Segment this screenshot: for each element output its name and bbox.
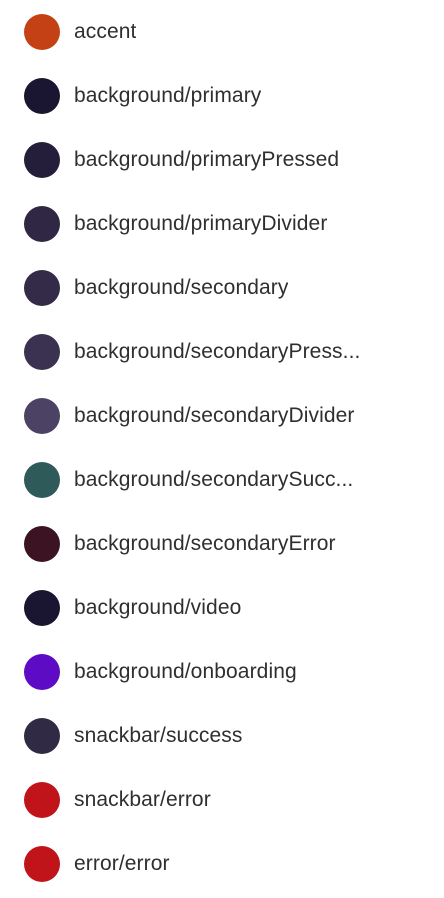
color-swatch xyxy=(24,398,60,434)
color-swatch xyxy=(24,526,60,562)
color-swatch xyxy=(24,334,60,370)
color-row-error-error[interactable]: error/error xyxy=(0,832,444,896)
color-label: background/secondarySucc... xyxy=(74,468,354,491)
color-swatch xyxy=(24,14,60,50)
color-row-background-primaryDivider[interactable]: background/primaryDivider xyxy=(0,192,444,256)
color-row-background-secondary[interactable]: background/secondary xyxy=(0,256,444,320)
color-row-background-video[interactable]: background/video xyxy=(0,576,444,640)
color-swatch xyxy=(24,78,60,114)
color-label: background/primary xyxy=(74,84,262,107)
color-row-accent[interactable]: accent xyxy=(0,0,444,64)
color-row-background-secondaryPressed[interactable]: background/secondaryPress... xyxy=(0,320,444,384)
color-row-background-primary[interactable]: background/primary xyxy=(0,64,444,128)
color-swatch xyxy=(24,782,60,818)
color-swatch xyxy=(24,718,60,754)
color-swatch xyxy=(24,654,60,690)
color-label: background/primaryDivider xyxy=(74,212,328,235)
color-row-background-secondaryError[interactable]: background/secondaryError xyxy=(0,512,444,576)
color-swatch xyxy=(24,590,60,626)
color-swatch xyxy=(24,270,60,306)
color-label: background/secondary xyxy=(74,276,289,299)
color-label: background/secondaryError xyxy=(74,532,336,555)
color-row-background-secondaryDivider[interactable]: background/secondaryDivider xyxy=(0,384,444,448)
color-label: snackbar/error xyxy=(74,788,211,811)
color-label: background/onboarding xyxy=(74,660,297,683)
color-swatch xyxy=(24,462,60,498)
color-label: background/secondaryDivider xyxy=(74,404,355,427)
color-row-snackbar-error[interactable]: snackbar/error xyxy=(0,768,444,832)
color-swatch xyxy=(24,206,60,242)
color-label: background/secondaryPress... xyxy=(74,340,361,363)
color-label: background/primaryPressed xyxy=(74,148,340,171)
color-swatch xyxy=(24,846,60,882)
color-label: background/video xyxy=(74,596,242,619)
color-label: snackbar/success xyxy=(74,724,243,747)
color-row-background-primaryPressed[interactable]: background/primaryPressed xyxy=(0,128,444,192)
color-row-background-secondarySuccess[interactable]: background/secondarySucc... xyxy=(0,448,444,512)
color-row-snackbar-success[interactable]: snackbar/success xyxy=(0,704,444,768)
color-row-background-onboarding[interactable]: background/onboarding xyxy=(0,640,444,704)
color-token-list: accent background/primary background/pri… xyxy=(0,0,444,898)
color-label: accent xyxy=(74,20,137,43)
color-label: error/error xyxy=(74,852,170,875)
color-swatch xyxy=(24,142,60,178)
